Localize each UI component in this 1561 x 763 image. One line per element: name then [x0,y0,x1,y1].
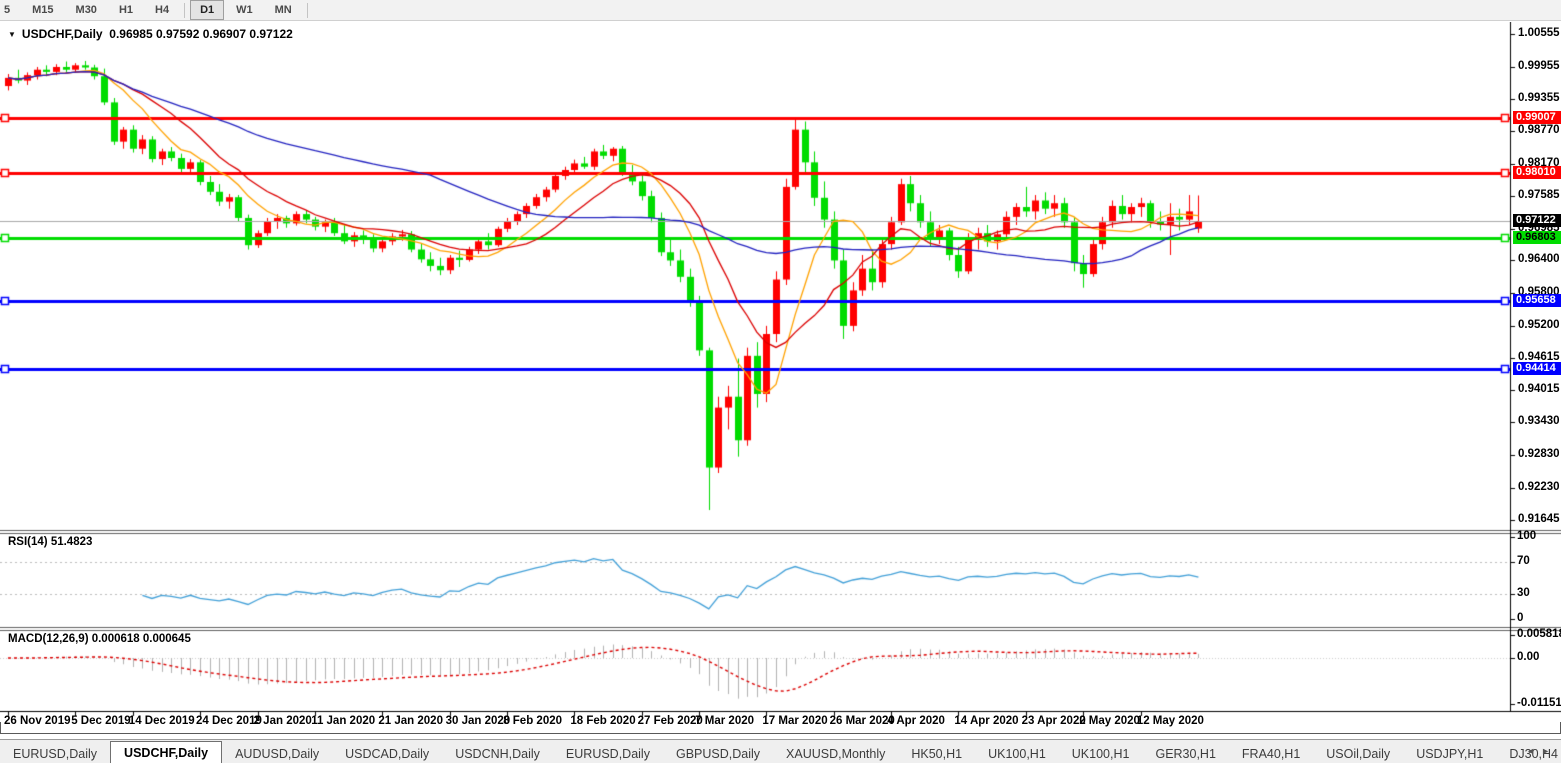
timeframe-button-D1[interactable]: D1 [190,0,225,20]
timeframe-button-H4[interactable]: H4 [145,0,179,20]
timeframe-toolbar: 5 M15 M30 H1 H4 D1 W1 MN [0,0,1561,21]
timeframe-button-W1[interactable]: W1 [226,0,263,20]
timeframe-button-M30[interactable]: M30 [66,0,107,20]
mt4-application-window: 5 M15 M30 H1 H4 D1 W1 MN ▼ USDCHF,Daily 0.96985 … [0,0,1561,763]
timeframe-button-M15[interactable]: M15 [22,0,63,20]
tab-usoil-daily[interactable]: USOil,Daily [1313,744,1403,763]
tab-usdjpy-h1[interactable]: USDJPY,H1 [1403,744,1496,763]
tab-ger30-h1[interactable]: GER30,H1 [1142,744,1228,763]
timeframe-button-MN[interactable]: MN [265,0,302,20]
tab-fra40-h1[interactable]: FRA40,H1 [1229,744,1313,763]
tab-usdcnh-daily[interactable]: USDCNH,Daily [442,744,553,763]
tab-hk50-h1[interactable]: HK50,H1 [898,744,975,763]
toolbar-divider [306,2,308,18]
toolbar-divider [184,2,186,18]
tab-eurusd-daily[interactable]: EURUSD,Daily [553,744,663,763]
timeframe-button-H1[interactable]: H1 [109,0,143,20]
tab-audusd-daily[interactable]: AUDUSD,Daily [222,744,332,763]
tab-uk100-h1[interactable]: UK100,H1 [1059,744,1143,763]
tab-gbpusd-daily[interactable]: GBPUSD,Daily [663,744,773,763]
chart-tab-bar: EURUSD,Daily USDCHF,Daily AUDUSD,Daily USDC… [0,739,1561,763]
tab-usdcad-daily[interactable]: USDCAD,Daily [332,744,442,763]
tab-scroll-arrows: ◄► [1526,746,1556,756]
tab-scroll-right-icon[interactable]: ► [1541,746,1556,756]
tab-xauusd-monthly[interactable]: XAUUSD,Monthly [773,744,898,763]
tab-eurusd-daily[interactable]: EURUSD,Daily [0,744,110,763]
tab-scroll-left-icon[interactable]: ◄ [1526,746,1541,756]
chart-plot-area[interactable] [0,22,1561,722]
tab-uk100-h1[interactable]: UK100,H1 [975,744,1059,763]
tab-usdchf-daily[interactable]: USDCHF,Daily [110,741,223,763]
timeframe-button-5[interactable]: 5 [1,0,20,20]
